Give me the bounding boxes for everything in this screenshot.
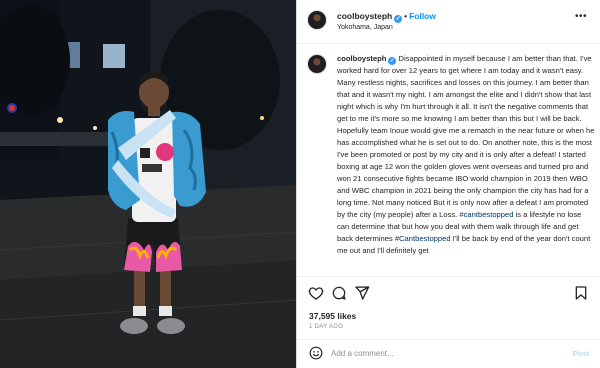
heart-icon[interactable] <box>308 285 324 301</box>
post-side-panel: coolboysteph ✓ • Follow Yokohama, Japan •••… <box>296 0 600 368</box>
username-link[interactable]: coolboysteph <box>337 11 392 21</box>
ellipsis-icon[interactable]: ••• <box>575 11 587 22</box>
hashtag-link[interactable]: #cantbestopped <box>459 210 513 219</box>
caption-avatar[interactable] <box>307 54 327 74</box>
comment-icon[interactable] <box>331 285 347 301</box>
post-timestamp[interactable]: 1 DAY AGO <box>309 324 343 330</box>
post-comment-button[interactable]: Post <box>573 349 589 358</box>
likes-count[interactable]: 37,595 likes <box>309 311 356 321</box>
follow-button[interactable]: Follow <box>409 11 436 21</box>
add-comment-row: Post <box>297 339 600 365</box>
photo-scene <box>0 0 296 368</box>
avatar[interactable] <box>307 10 327 30</box>
verified-badge-icon: ✓ <box>394 15 403 23</box>
post-header: coolboysteph ✓ • Follow Yokohama, Japan ••• <box>297 0 600 44</box>
action-bar: 37,595 likes 1 DAY AGO Post <box>297 276 600 364</box>
header-user-line: coolboysteph ✓ • Follow <box>337 11 436 23</box>
caption-text-1: Disappointed in myself because I am bett… <box>337 54 595 219</box>
comment-input[interactable] <box>331 345 551 361</box>
share-icon[interactable] <box>354 285 370 301</box>
verified-badge-icon: ✓ <box>388 57 397 65</box>
emoji-icon[interactable] <box>309 346 323 360</box>
post-photo[interactable] <box>0 0 296 368</box>
bookmark-icon[interactable] <box>573 285 589 301</box>
caption-area: coolboysteph ✓ Disappointed in myself bec… <box>297 44 600 276</box>
caption-username-link[interactable]: coolboysteph <box>337 54 386 63</box>
location-link[interactable]: Yokohama, Japan <box>337 24 393 31</box>
post-caption: coolboysteph ✓ Disappointed in myself bec… <box>337 53 595 257</box>
hashtag-link[interactable]: #Cantbestopped <box>395 234 451 243</box>
separator-dot: • <box>404 12 408 21</box>
